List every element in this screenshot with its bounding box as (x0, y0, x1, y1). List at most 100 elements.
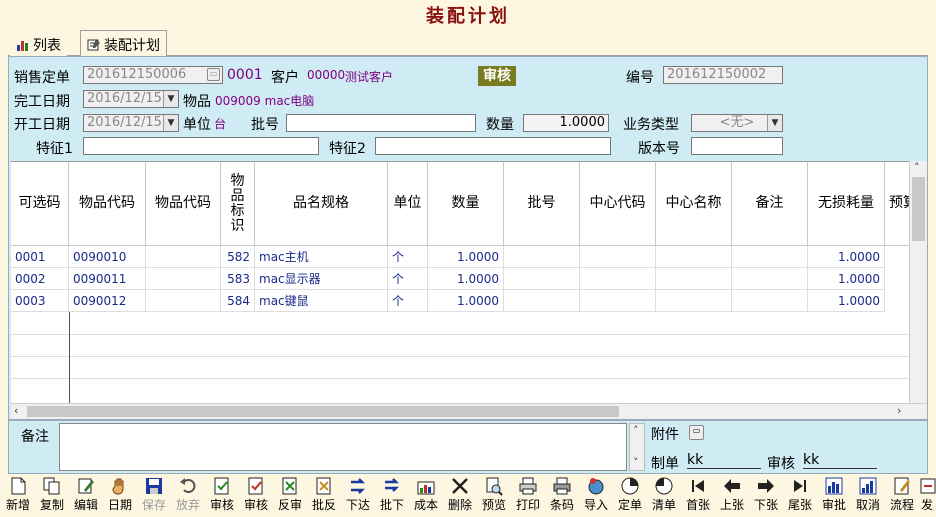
table-cell[interactable] (732, 290, 808, 312)
col-header-center-name[interactable]: 中心名称 (656, 162, 732, 246)
table-cell[interactable]: 0001 (11, 246, 69, 268)
edit-button[interactable]: 编辑 (71, 476, 101, 512)
col-header-budget[interactable]: 预算 (885, 162, 909, 246)
col-header-batch[interactable]: 批号 (504, 162, 580, 246)
scroll-up-icon[interactable]: ˄ (633, 424, 639, 437)
table-cell[interactable]: mac键鼠 (255, 290, 388, 312)
table-cell[interactable]: 1.0000 (808, 290, 885, 312)
table-cell[interactable]: 583 (221, 268, 255, 290)
vertical-scroll-thumb[interactable] (912, 177, 925, 241)
batch-input[interactable] (286, 114, 476, 132)
flow-button[interactable]: 流程 (887, 476, 917, 512)
table-cell[interactable] (732, 246, 808, 268)
scroll-right-icon[interactable]: › (897, 404, 901, 417)
col-header-item-id[interactable]: 物品标识 (221, 162, 255, 246)
table-cell[interactable] (656, 246, 732, 268)
table-cell[interactable] (732, 268, 808, 290)
scroll-down-icon[interactable]: ˅ (633, 456, 639, 469)
save-button[interactable]: 保存 (139, 476, 169, 512)
scroll-left-icon[interactable]: ‹ (14, 404, 18, 417)
col-header-item-code[interactable]: 物品代码 (69, 162, 146, 246)
table-cell[interactable] (580, 290, 656, 312)
feature2-input[interactable] (375, 137, 611, 155)
table-cell[interactable]: 个 (388, 246, 428, 268)
table-cell[interactable] (146, 246, 221, 268)
tab-list[interactable]: 列表 (10, 32, 67, 56)
batch-unaudit-button[interactable]: 批反 (309, 476, 339, 512)
next-button[interactable]: 下张 (751, 476, 781, 512)
table-cell[interactable]: 0090010 (69, 246, 146, 268)
vertical-scrollbar[interactable]: ˄ (909, 161, 927, 403)
delete-button[interactable]: 删除 (445, 476, 475, 512)
table-cell[interactable]: 个 (388, 290, 428, 312)
first-button[interactable]: 首张 (683, 476, 713, 512)
table-cell[interactable]: 0090011 (69, 268, 146, 290)
barcode-button[interactable]: 条码 (547, 476, 577, 512)
prev-button[interactable]: 上张 (717, 476, 747, 512)
remark-textarea[interactable] (59, 423, 627, 471)
table-cell[interactable]: 582 (221, 246, 255, 268)
qty-field[interactable]: 1.0000 (523, 114, 609, 132)
new-button[interactable]: 新增 (3, 476, 33, 512)
table-cell[interactable]: mac显示器 (255, 268, 388, 290)
import-button[interactable]: 导入 (581, 476, 611, 512)
col-header-qty[interactable]: 数量 (428, 162, 504, 246)
order-button[interactable]: 定单 (615, 476, 645, 512)
batch-issue-button[interactable]: 批下 (377, 476, 407, 512)
table-cell[interactable] (146, 290, 221, 312)
table-cell[interactable] (580, 268, 656, 290)
remark-scrollbar[interactable]: ˄ ˅ (629, 423, 645, 471)
print-button[interactable]: 打印 (513, 476, 543, 512)
col-header-remark[interactable]: 备注 (732, 162, 808, 246)
table-cell[interactable]: 个 (388, 268, 428, 290)
table-cell[interactable]: 584 (221, 290, 255, 312)
table-cell[interactable]: 0003 (11, 290, 69, 312)
col-header-no-loss-qty[interactable]: 无损耗量 (808, 162, 885, 246)
horizontal-scroll-thumb[interactable] (27, 406, 619, 417)
cost-button[interactable]: 成本 (411, 476, 441, 512)
copy-button[interactable]: 复制 (37, 476, 67, 512)
table-cell[interactable] (146, 268, 221, 290)
detail-grid[interactable]: 可选码 物品代码 物品代码 物品标识 品名规格 单位 数量 批号 中心代码 中心… (11, 161, 909, 403)
table-cell[interactable]: 1.0000 (808, 268, 885, 290)
table-cell[interactable] (504, 246, 580, 268)
list-button[interactable]: 清单 (649, 476, 679, 512)
col-header-option-code[interactable]: 可选码 (11, 162, 69, 246)
table-cell[interactable]: 1.0000 (428, 246, 504, 268)
discard-button[interactable]: 放弃 (173, 476, 203, 512)
send-button[interactable]: 发 (918, 476, 936, 512)
col-header-unit[interactable]: 单位 (388, 162, 428, 246)
biz-type-select[interactable]: <无> ▼ (691, 114, 783, 132)
attachment-icon[interactable]: ▭ (689, 425, 704, 440)
number-field[interactable]: 201612150002 (663, 66, 783, 84)
table-cell[interactable]: 1.0000 (428, 290, 504, 312)
finish-date-field[interactable]: 2016/12/15 ▼ (83, 90, 179, 108)
chevron-down-icon[interactable]: ▼ (163, 115, 178, 131)
cancel-button[interactable]: 取消 (853, 476, 883, 512)
table-cell[interactable]: 0002 (11, 268, 69, 290)
table-cell[interactable] (656, 268, 732, 290)
table-cell[interactable] (580, 246, 656, 268)
table-cell[interactable]: 1.0000 (428, 268, 504, 290)
last-button[interactable]: 尾张 (785, 476, 815, 512)
table-cell[interactable]: 1.0000 (808, 246, 885, 268)
preview-button[interactable]: 预览 (479, 476, 509, 512)
chevron-down-icon[interactable]: ▼ (163, 91, 178, 107)
table-cell[interactable] (504, 268, 580, 290)
approve-button[interactable]: 审批 (819, 476, 849, 512)
table-cell[interactable]: mac主机 (255, 246, 388, 268)
scroll-up-icon[interactable]: ˄ (914, 161, 920, 174)
chevron-down-icon[interactable]: ▼ (767, 115, 782, 131)
horizontal-scrollbar[interactable]: ‹ › (11, 403, 927, 419)
date-button[interactable]: 日期 (105, 476, 135, 512)
audit2-button[interactable]: 审核 (241, 476, 271, 512)
col-header-item-code-2[interactable]: 物品代码 (146, 162, 221, 246)
sales-order-field[interactable]: 201612150006 ▭ (83, 66, 223, 84)
table-cell[interactable] (504, 290, 580, 312)
col-header-center-code[interactable]: 中心代码 (580, 162, 656, 246)
table-cell[interactable] (656, 290, 732, 312)
lookup-icon[interactable]: ▭ (207, 68, 220, 81)
col-header-name-spec[interactable]: 品名规格 (255, 162, 388, 246)
version-input[interactable] (691, 137, 783, 155)
audit-button[interactable]: 审核 (207, 476, 237, 512)
